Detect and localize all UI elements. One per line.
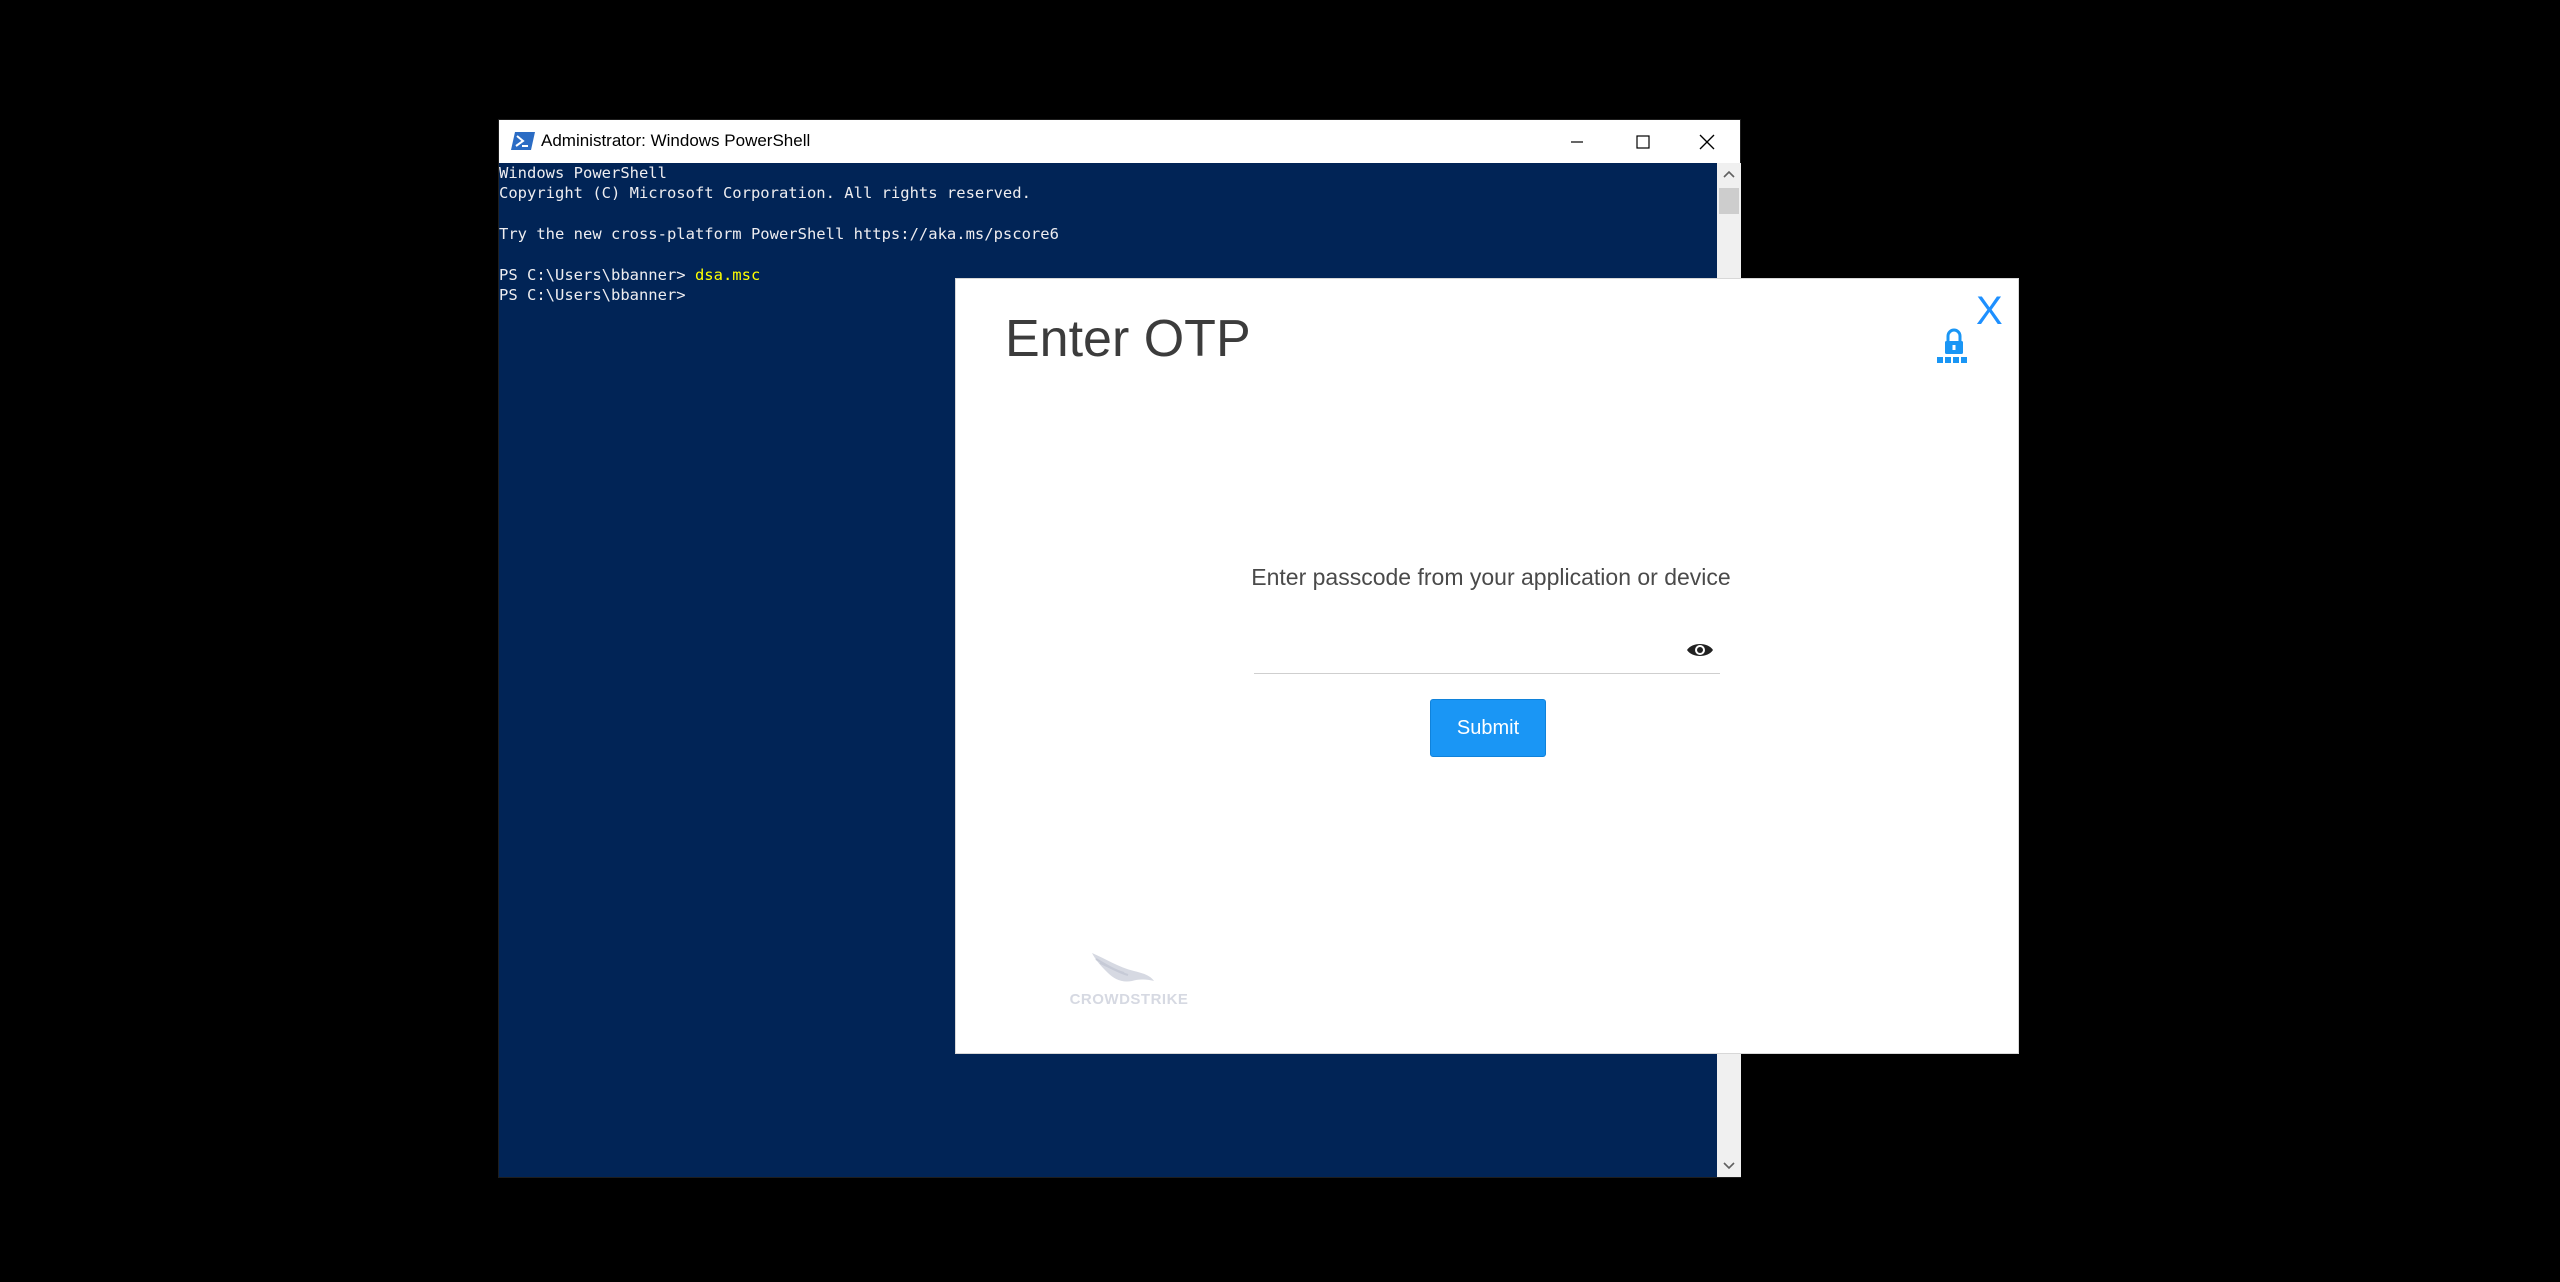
window-title: Administrator: Windows PowerShell bbox=[541, 131, 811, 150]
maximize-icon bbox=[1636, 134, 1650, 149]
scroll-up-button[interactable] bbox=[1717, 163, 1741, 185]
lock-icon bbox=[1937, 328, 1967, 363]
close-button[interactable] bbox=[1674, 120, 1740, 163]
eye-icon[interactable] bbox=[1686, 640, 1714, 660]
minimize-button[interactable] bbox=[1544, 120, 1610, 163]
close-icon bbox=[1699, 134, 1715, 149]
powershell-icon bbox=[511, 132, 535, 150]
scroll-down-button[interactable] bbox=[1717, 1155, 1741, 1177]
console-line: Copyright (C) Microsoft Corporation. All… bbox=[499, 183, 1717, 203]
console-command: dsa.msc bbox=[694, 265, 761, 284]
chevron-down-icon bbox=[1723, 1162, 1735, 1170]
console-text: Try the new cross-platform PowerShell ht… bbox=[499, 225, 1059, 244]
console-prompt: PS C:\Users\bbanner> bbox=[499, 265, 695, 284]
console-line: Try the new cross-platform PowerShell ht… bbox=[499, 224, 1717, 244]
scrollbar-thumb[interactable] bbox=[1719, 188, 1739, 214]
crowdstrike-logo: CROWDSTRIKE bbox=[1062, 949, 1196, 1009]
passcode-prompt: Enter passcode from your application or … bbox=[1251, 564, 1731, 590]
chevron-up-icon bbox=[1723, 170, 1735, 178]
submit-button[interactable]: Submit bbox=[1430, 699, 1546, 757]
passcode-field bbox=[1254, 628, 1720, 674]
maximize-button[interactable] bbox=[1610, 120, 1676, 163]
console-line: Windows PowerShell bbox=[499, 163, 1717, 183]
console-prompt: PS C:\Users\bbanner> bbox=[499, 286, 686, 305]
brand-name: CROWDSTRIKE bbox=[1069, 991, 1189, 1008]
dialog-close-button[interactable]: X bbox=[1976, 291, 2003, 331]
title-bar[interactable]: Administrator: Windows PowerShell bbox=[499, 120, 1740, 163]
passcode-input[interactable] bbox=[1254, 628, 1678, 674]
console-text: Copyright (C) Microsoft Corporation. All… bbox=[499, 184, 1031, 203]
console-text: Windows PowerShell bbox=[499, 164, 667, 182]
minimize-icon bbox=[1571, 140, 1583, 143]
otp-dialog: Enter OTP X Enter passcode from your app… bbox=[955, 278, 2019, 1054]
falcon-icon bbox=[1092, 953, 1154, 982]
dialog-title: Enter OTP bbox=[1005, 310, 1251, 368]
